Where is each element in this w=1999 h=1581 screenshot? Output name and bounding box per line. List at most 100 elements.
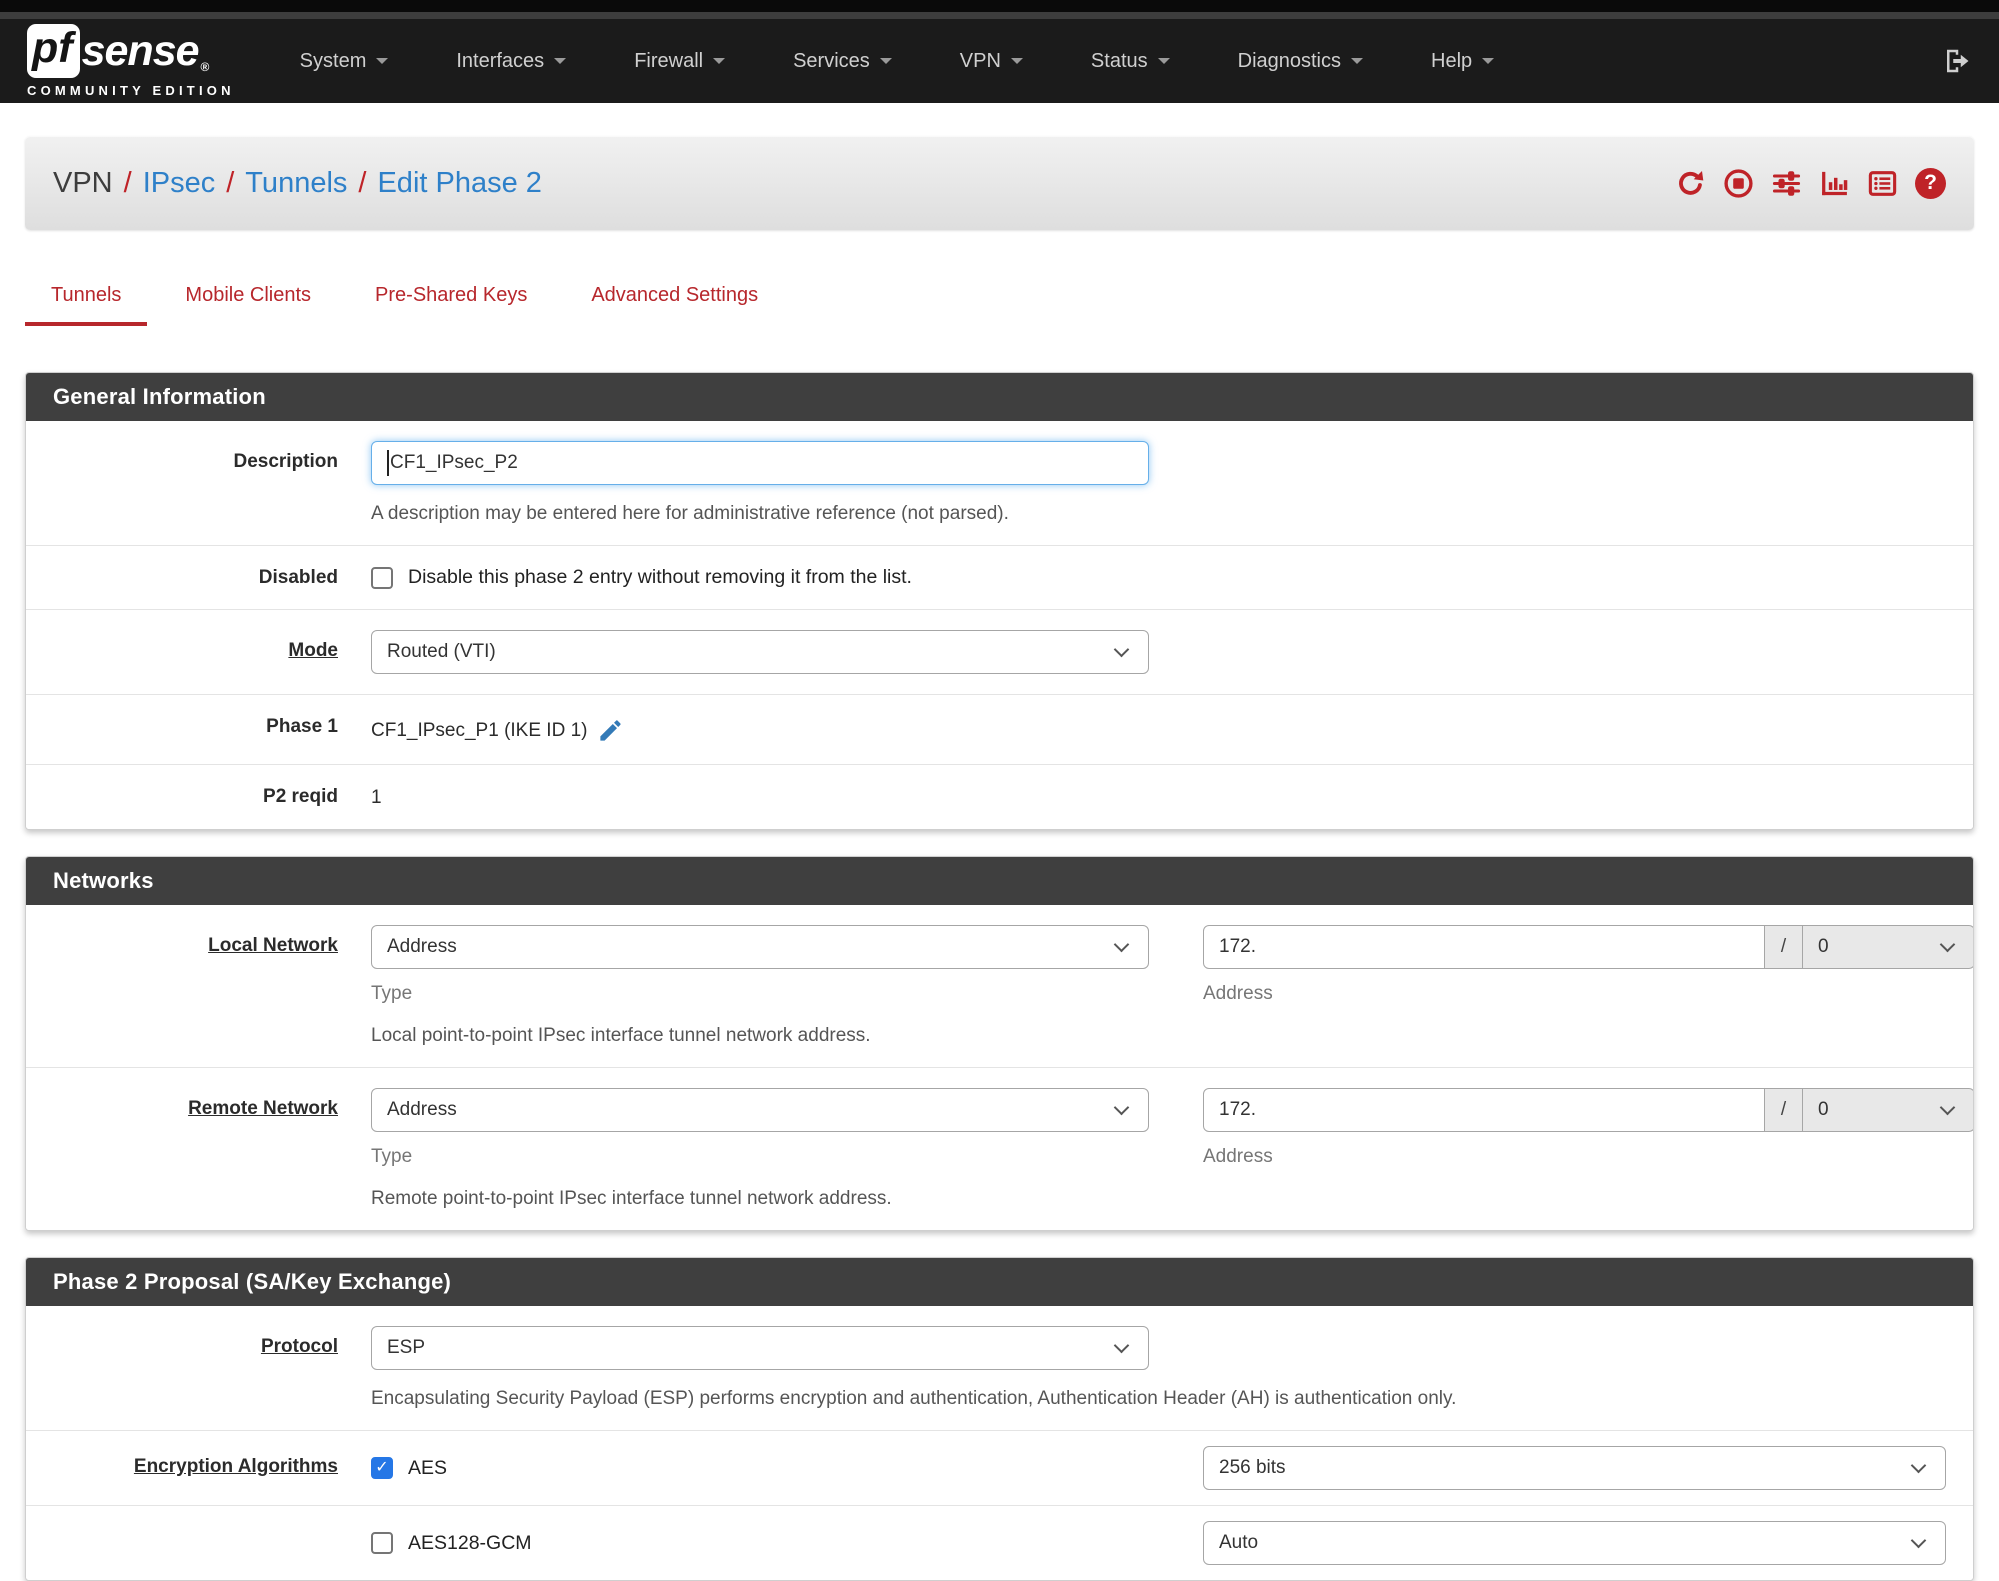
page-content: VPN / IPsec / Tunnels / Edit Phase 2 ? T… [0,136,1999,1581]
phase1-row: Phase 1 CF1_IPsec_P1 (IKE ID 1) [26,694,1973,764]
description-help: A description may be entered here for ad… [371,503,1009,524]
breadcrumb-separator: / [226,166,235,199]
menu-label: Help [1431,49,1473,72]
menu-diagnostics[interactable]: Diagnostics [1238,50,1364,73]
tab-mobile-clients[interactable]: Mobile Clients [159,284,337,326]
edit-pencil-icon[interactable] [597,717,624,744]
aes128gcm-keylen-value: Auto [1219,1532,1259,1553]
caret-down-icon [376,58,389,64]
remote-network-prefix-select[interactable]: 0 [1803,1088,1973,1132]
menu-firewall[interactable]: Firewall [634,50,726,73]
list-icon[interactable] [1867,168,1898,199]
local-network-prefix-select[interactable]: 0 [1803,925,1973,969]
p2reqid-row: P2 reqid 1 [26,764,1973,829]
menu-vpn[interactable]: VPN [960,50,1023,73]
empty-label [53,1521,371,1565]
tab-bar: Tunnels Mobile Clients Pre-Shared Keys A… [25,284,1974,326]
text-caret [387,450,389,476]
logo-sense-text: sense [81,26,200,75]
chevron-down-icon [1113,936,1130,952]
chevron-down-icon [1910,1457,1927,1473]
caret-down-icon [1482,58,1495,64]
breadcrumb-link-tunnels[interactable]: Tunnels [245,167,347,200]
remote-network-address-caption: Address [1203,1146,1273,1167]
bar-chart-icon[interactable] [1819,168,1850,199]
help-icon[interactable]: ? [1915,167,1946,199]
aes128gcm-label: AES128-GCM [408,1531,532,1554]
local-network-type-caption: Type [371,983,413,1004]
chevron-down-icon [1113,641,1130,657]
section-title-proposal: Phase 2 Proposal (SA/Key Exchange) [26,1258,1973,1306]
p2reqid-label: P2 reqid [263,786,338,807]
local-network-address-input[interactable]: 172. [1203,925,1765,969]
breadcrumb-separator: / [123,166,132,199]
breadcrumb-section: VPN [53,166,113,199]
aes-checkbox[interactable] [371,1457,393,1479]
logo-edition-text: COMMUNITY EDITION [27,83,235,98]
menu-system[interactable]: System [300,50,389,73]
caret-down-icon [1010,58,1023,64]
breadcrumb-link-edit-phase2[interactable]: Edit Phase 2 [377,167,541,200]
pfsense-logo[interactable]: pf sense ® COMMUNITY EDITION [27,24,235,98]
chevron-down-icon [1113,1337,1130,1353]
caret-down-icon [554,58,567,64]
mode-label: Mode [288,640,338,661]
phase1-label: Phase 1 [266,716,338,737]
menu-status[interactable]: Status [1091,50,1170,73]
remote-network-label: Remote Network [188,1098,338,1119]
remote-network-address-input[interactable]: 172. [1203,1088,1765,1132]
caret-down-icon [1157,58,1170,64]
menu-services[interactable]: Services [793,50,892,73]
chevron-down-icon [1113,1099,1130,1115]
stop-circle-icon[interactable] [1723,168,1754,199]
encryption-aes128gcm-row: AES128-GCM Auto [26,1505,1973,1580]
networks-panel: Networks Local Network Address Type 172.… [25,856,1974,1231]
description-input[interactable]: CF1_IPsec_P2 [371,441,1149,485]
menu-label: Services [793,49,870,72]
menu-interfaces[interactable]: Interfaces [456,49,567,73]
remote-network-help: Remote point-to-point IPsec interface tu… [371,1188,892,1209]
phase1-value: CF1_IPsec_P1 (IKE ID 1) [371,719,588,741]
local-network-type-select[interactable]: Address [371,925,1149,969]
tab-pre-shared-keys[interactable]: Pre-Shared Keys [349,284,553,326]
mode-select-value: Routed (VTI) [387,641,496,662]
remote-network-type-caption: Type [371,1146,413,1167]
refresh-icon[interactable] [1675,168,1706,199]
address-prefix-separator: / [1765,925,1803,969]
breadcrumb-separator: / [358,166,367,199]
disabled-label: Disabled [258,567,338,588]
menu-label: Interfaces [456,49,545,72]
remote-network-type-select[interactable]: Address [371,1088,1149,1132]
local-network-row: Local Network Address Type 172. / 0 Addr… [26,905,1973,1067]
disabled-checkbox[interactable] [371,566,393,589]
p2reqid-value: 1 [371,787,382,808]
local-network-label: Local Network [208,935,338,956]
sign-out-icon[interactable] [1942,46,1972,76]
menu-help[interactable]: Help [1431,49,1495,73]
description-row: Description CF1_IPsec_P2 A description m… [26,421,1973,545]
sliders-icon[interactable] [1771,168,1802,199]
aes-label: AES [408,1456,448,1479]
aes128gcm-keylen-select[interactable]: Auto [1203,1521,1946,1565]
local-network-address-value: 172. [1219,936,1256,957]
protocol-row: Protocol ESP Encapsulating Security Payl… [26,1306,1973,1430]
tab-tunnels[interactable]: Tunnels [25,284,148,326]
navbar-menu: System Interfaces Firewall Services VPN … [300,49,1495,73]
encryption-algorithms-label: Encryption Algorithms [133,1456,338,1477]
breadcrumb: VPN / IPsec / Tunnels / Edit Phase 2 [53,167,542,200]
remote-network-address-value: 172. [1219,1099,1256,1120]
caret-down-icon [713,58,726,64]
tab-advanced-settings[interactable]: Advanced Settings [565,284,784,326]
section-title-general: General Information [26,373,1973,421]
remote-network-prefix-value: 0 [1818,1099,1829,1120]
caret-down-icon [879,58,892,64]
remote-network-type-value: Address [387,1099,457,1120]
local-network-address-caption: Address [1203,983,1273,1004]
breadcrumb-link-ipsec[interactable]: IPsec [143,167,216,200]
protocol-select[interactable]: ESP [371,1326,1149,1370]
mode-row: Mode Routed (VTI) [26,609,1973,694]
aes128gcm-checkbox[interactable] [371,1532,393,1554]
aes-keylen-select[interactable]: 256 bits [1203,1446,1946,1490]
general-information-panel: General Information Description CF1_IPse… [25,372,1974,830]
mode-select[interactable]: Routed (VTI) [371,630,1149,674]
